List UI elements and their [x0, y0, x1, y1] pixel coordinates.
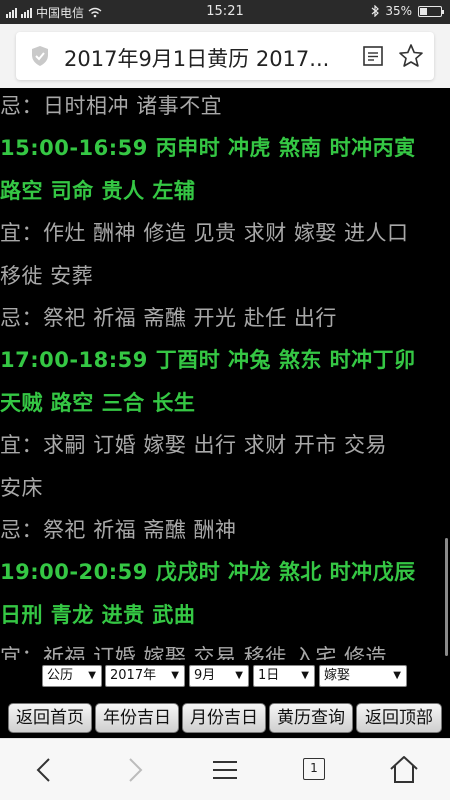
advice-line: 移徙 安葬	[0, 263, 94, 288]
back-icon[interactable]	[28, 753, 62, 787]
advice-line: 宜：作灶 酬神 修造 见贵 求财 嫁娶 进人口	[0, 221, 409, 246]
year-value: 2017年	[110, 668, 157, 683]
dropdown-arrow-icon: ▼	[171, 670, 179, 681]
page-scrollbar[interactable]	[445, 538, 448, 656]
dropdown-arrow-icon: ▼	[301, 670, 309, 681]
advice-line: 忌：祭祀 祈福 斋醮 酬神	[0, 518, 237, 542]
advice-line: 安床	[0, 475, 43, 500]
tabs-button[interactable]: 1	[303, 758, 325, 780]
advice-line: 忌：日时相冲 诸事不宜	[0, 94, 223, 118]
forward-icon[interactable]	[117, 753, 151, 787]
calendar-type-select[interactable]: 公历 ▼	[42, 665, 102, 687]
event-value: 嫁娶	[324, 668, 351, 683]
status-right: 35%	[371, 4, 444, 18]
hour-header-line: 日刑 青龙 进贵 武曲	[0, 602, 196, 627]
home-icon[interactable]	[387, 753, 421, 787]
browser-url-bar: 2017年9月1日黄历 2017...	[0, 24, 450, 88]
month-select[interactable]: 9月 ▼	[189, 665, 249, 687]
site-nav-bar: 返回首页 年份吉日 月份吉日 黄历查询 返回顶部	[0, 694, 450, 738]
bluetooth-icon	[371, 5, 380, 17]
hour-header-line: 17:00-18:59 丁酉时 冲兔 煞东 时冲丁卯	[0, 348, 416, 373]
hour-header-line: 路空 司命 贵人 左辅	[0, 178, 196, 203]
shield-icon[interactable]	[28, 44, 52, 68]
dropdown-arrow-icon: ▼	[235, 670, 243, 681]
reader-mode-icon[interactable]	[362, 45, 384, 67]
advice-line: 宜：祈福 订婚 嫁娶 交易 移徙 入宅 修造	[0, 645, 388, 660]
status-bar: 中国电信 15:21 35%	[0, 0, 450, 24]
day-value: 1日	[258, 668, 280, 683]
menu-icon[interactable]	[208, 753, 242, 787]
dropdown-arrow-icon: ▼	[88, 670, 96, 681]
event-select[interactable]: 嫁娶 ▼	[319, 665, 407, 687]
month-lucky-days-button[interactable]: 月份吉日	[182, 703, 266, 733]
month-value: 9月	[194, 668, 216, 683]
calendar-type-value: 公历	[47, 668, 74, 683]
battery-level	[420, 7, 427, 15]
battery-icon	[418, 5, 444, 17]
dropdown-arrow-icon: ▼	[393, 670, 401, 681]
date-selector-bar: 公历 ▼ 2017年 ▼ 9月 ▼ 1日 ▼ 嫁娶 ▼	[0, 660, 450, 694]
hour-header-line: 天贼 路空 三合 长生	[0, 390, 196, 415]
browser-toolbar: 1	[0, 738, 450, 800]
battery-percent: 35%	[385, 4, 412, 18]
home-button[interactable]: 返回首页	[8, 703, 92, 733]
year-select[interactable]: 2017年 ▼	[105, 665, 185, 687]
advice-line: 忌：祭祀 祈福 斋醮 开光 赴任 出行	[0, 306, 337, 330]
hour-header-line: 15:00-16:59 丙申时 冲虎 煞南 时冲丙寅	[0, 136, 416, 161]
hour-header-line: 19:00-20:59 戊戌时 冲龙 煞北 时冲戊辰	[0, 560, 416, 585]
address-box[interactable]: 2017年9月1日黄历 2017...	[16, 32, 434, 80]
day-select[interactable]: 1日 ▼	[253, 665, 315, 687]
advice-line: 宜：求嗣 订婚 嫁娶 出行 求财 开市 交易	[0, 433, 388, 458]
bookmark-star-icon[interactable]	[398, 43, 424, 69]
page-title[interactable]: 2017年9月1日黄历 2017...	[64, 43, 354, 73]
almanac-content: 忌：日时相冲 诸事不宜 15:00-16:59 丙申时 冲虎 煞南 时冲丙寅 路空 …	[0, 88, 450, 660]
almanac-query-button[interactable]: 黄历查询	[269, 703, 353, 733]
back-to-top-button[interactable]: 返回顶部	[356, 703, 442, 733]
year-lucky-days-button[interactable]: 年份吉日	[95, 703, 179, 733]
